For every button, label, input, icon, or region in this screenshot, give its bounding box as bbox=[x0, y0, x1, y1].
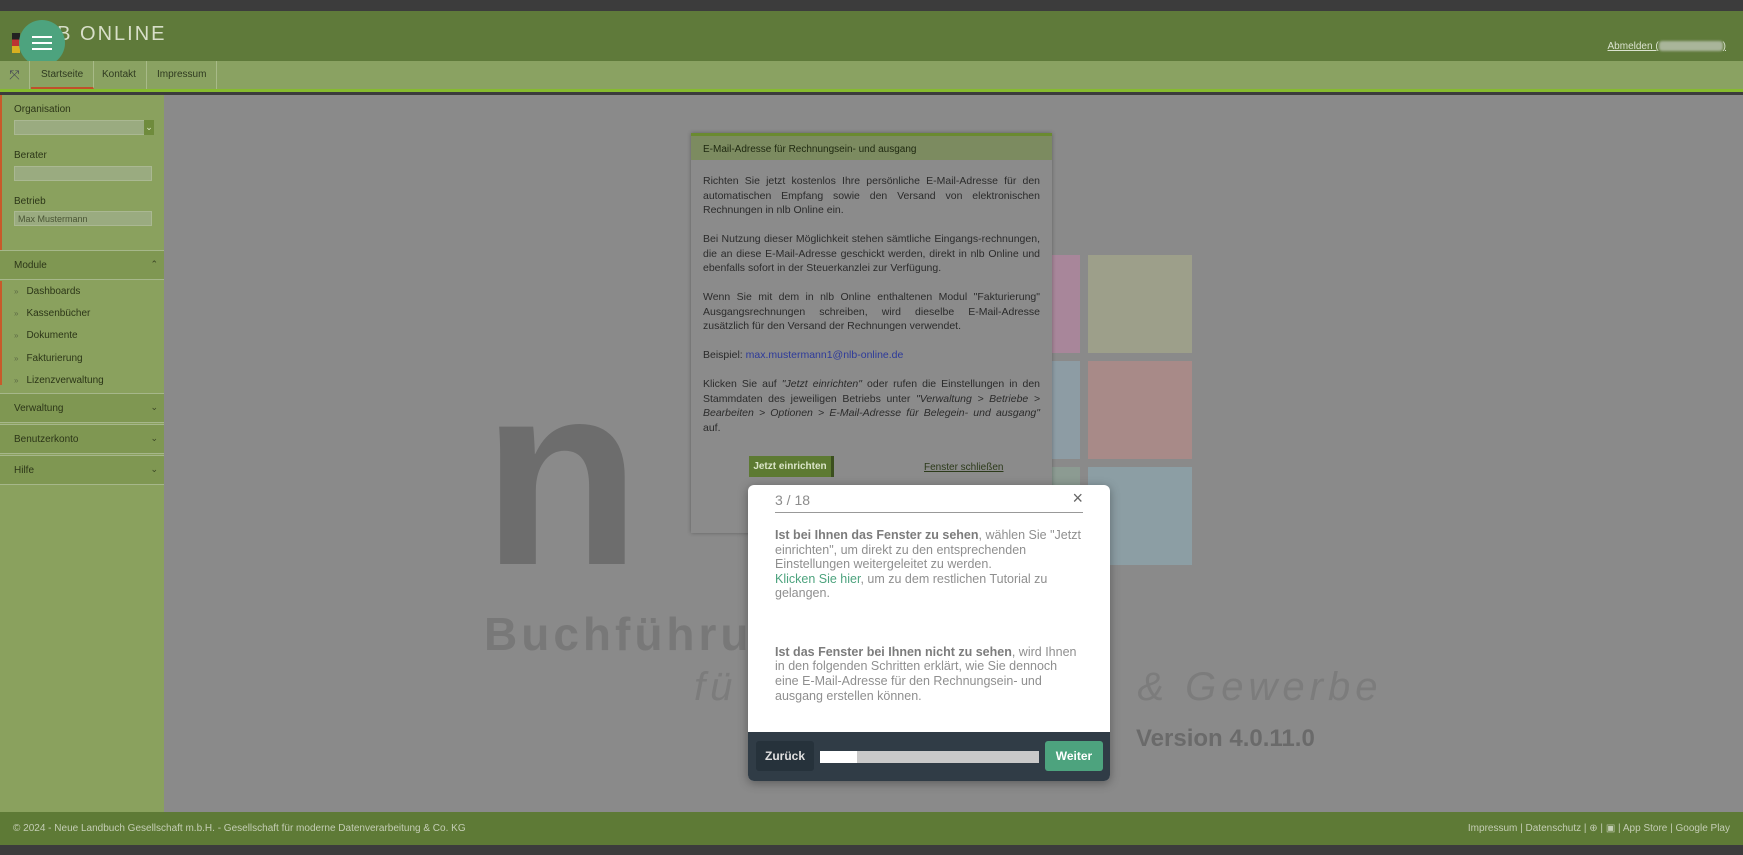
tab-kontakt[interactable]: Kontakt bbox=[92, 61, 147, 89]
close-icon[interactable]: × bbox=[1072, 488, 1083, 509]
app-header: LB ONLINE Abmelden () bbox=[0, 11, 1743, 66]
sidebar-item-fakturierung[interactable]: Fakturierung bbox=[14, 353, 82, 364]
verwaltung-label: Verwaltung bbox=[14, 403, 64, 414]
betrieb-label: Betrieb bbox=[14, 196, 46, 207]
video-icon[interactable]: ▣ bbox=[1606, 823, 1615, 834]
dialog-paragraph: Richten Sie jetzt kostenlos Ihre persönl… bbox=[703, 175, 1040, 216]
tab-startseite[interactable]: Startseite bbox=[31, 61, 95, 89]
menu-icon[interactable] bbox=[19, 20, 65, 66]
watermark-line1: Buchführu bbox=[484, 608, 753, 660]
chevron-down-icon: ⌄ bbox=[150, 433, 158, 443]
dialog-example: Beispiel: max.mustermann1@nlb-online.de bbox=[703, 349, 904, 361]
module-label: Module bbox=[14, 260, 47, 271]
tutorial-link[interactable]: Klicken Sie hier bbox=[775, 572, 860, 586]
sidebar-section-module[interactable]: Module ⌃ bbox=[0, 250, 164, 280]
app-footer: © 2024 - Neue Landbuch Gesellschaft m.b.… bbox=[0, 812, 1743, 845]
dialog-body: Richten Sie jetzt kostenlos Ihre persönl… bbox=[691, 160, 1052, 464]
globe-icon[interactable]: ⊕ bbox=[1589, 823, 1597, 834]
footer-links: Impressum | Datenschutz | ⊕ | ▣ | App St… bbox=[1467, 823, 1730, 834]
footer-impressum-link[interactable]: Impressum bbox=[1468, 823, 1517, 834]
dialog-paragraph: Wenn Sie mit dem in nlb Online enthalten… bbox=[703, 291, 1040, 332]
sidebar-section-hilfe[interactable]: Hilfe ⌄ bbox=[0, 455, 164, 485]
betrieb-select[interactable]: Max Mustermann bbox=[14, 211, 152, 226]
watermark-logo: n bbox=[482, 330, 641, 620]
sidebar: Organisation ⌄ Berater Betrieb Max Muste… bbox=[0, 95, 164, 812]
sidebar-item-lizenzverwaltung[interactable]: Lizenzverwaltung bbox=[14, 375, 103, 386]
sidebar-accent bbox=[0, 95, 2, 250]
nav-bar: ⤧ Startseite Kontakt Impressum bbox=[0, 61, 1743, 92]
bottom-strip bbox=[0, 845, 1743, 855]
organisation-select[interactable] bbox=[14, 120, 152, 135]
tutorial-text: Ist bei Ihnen das Fenster zu sehen, wähl… bbox=[775, 528, 1081, 703]
dialog-paragraph: Bei Nutzung dieser Möglichkeit stehen sä… bbox=[703, 233, 1040, 274]
chevron-down-icon[interactable]: ⌄ bbox=[144, 120, 154, 135]
username-redacted bbox=[1658, 41, 1723, 52]
footer-appstore-link[interactable]: App Store bbox=[1623, 823, 1667, 834]
dialog-paragraph: Klicken Sie auf "Jetzt einrichten" oder … bbox=[703, 378, 1041, 434]
tutorial-popover: 3 / 18 × Ist bei Ihnen das Fenster zu se… bbox=[748, 485, 1110, 781]
watermark-tile bbox=[1088, 255, 1192, 353]
chevron-down-icon: ⌄ bbox=[150, 464, 158, 474]
footer-datenschutz-link[interactable]: Datenschutz bbox=[1526, 823, 1582, 834]
step-counter: 3 / 18 bbox=[775, 492, 811, 508]
top-strip bbox=[0, 0, 1743, 11]
copyright-text: © 2024 - Neue Landbuch Gesellschaft m.b.… bbox=[13, 823, 466, 834]
setup-now-button[interactable]: Jetzt einrichten bbox=[749, 456, 834, 477]
sidebar-item-dashboards[interactable]: Dashboards bbox=[14, 286, 80, 297]
dialog-title: E-Mail-Adresse für Rechnungsein- und aus… bbox=[691, 136, 1052, 160]
chevron-down-icon: ⌄ bbox=[150, 402, 158, 412]
sidebar-section-verwaltung[interactable]: Verwaltung ⌄ bbox=[0, 393, 164, 423]
watermark-tile bbox=[1088, 361, 1192, 459]
version-label: Version 4.0.11.0 bbox=[1136, 725, 1315, 752]
benutzerkonto-label: Benutzerkonto bbox=[14, 434, 79, 445]
berater-label: Berater bbox=[14, 150, 47, 161]
close-window-link[interactable]: Fenster schließen bbox=[924, 462, 1003, 473]
tab-impressum[interactable]: Impressum bbox=[147, 61, 218, 89]
hilfe-label: Hilfe bbox=[14, 465, 35, 476]
sidebar-item-dokumente[interactable]: Dokumente bbox=[14, 330, 77, 341]
sidebar-item-kassenbuecher[interactable]: Kassenbücher bbox=[14, 308, 90, 319]
email-setup-dialog: E-Mail-Adresse für Rechnungsein- und aus… bbox=[691, 133, 1052, 533]
tutorial-footer: Zurück Weiter bbox=[748, 732, 1110, 781]
berater-select[interactable] bbox=[14, 166, 152, 181]
example-mail: max.mustermann1@nlb-online.de bbox=[745, 349, 904, 361]
footer-googleplay-link[interactable]: Google Play bbox=[1676, 823, 1730, 834]
logout-link[interactable]: Abmelden () bbox=[1608, 41, 1726, 52]
next-button[interactable]: Weiter bbox=[1045, 741, 1103, 771]
chevron-up-icon: ⌃ bbox=[150, 259, 158, 269]
sidebar-accent bbox=[0, 281, 2, 385]
progress-fill bbox=[820, 751, 857, 763]
divider bbox=[775, 512, 1083, 513]
back-button[interactable]: Zurück bbox=[756, 741, 814, 771]
progress-bar bbox=[820, 751, 1039, 763]
organisation-label: Organisation bbox=[14, 104, 71, 115]
expand-arrows-icon[interactable]: ⤧ bbox=[0, 61, 30, 89]
sidebar-section-benutzerkonto[interactable]: Benutzerkonto ⌄ bbox=[0, 424, 164, 454]
